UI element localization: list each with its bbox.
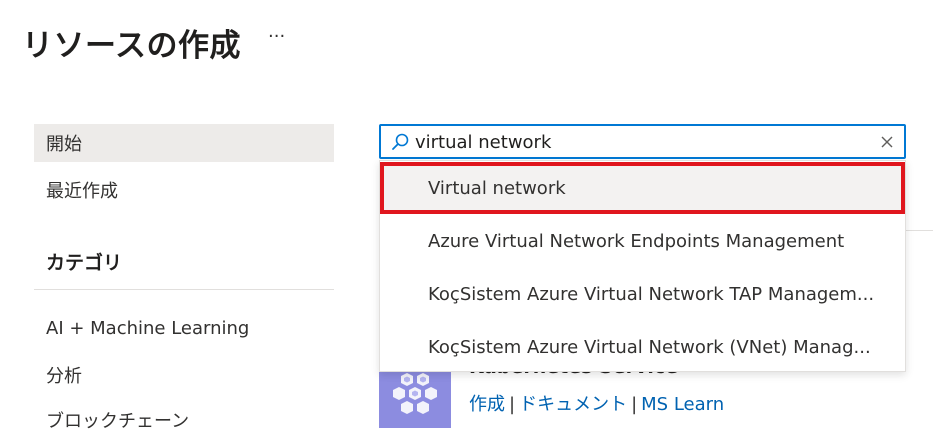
search-suggestions-dropdown: Virtual network Azure Virtual Network En… [379,160,906,372]
search-icon [390,132,410,152]
suggestion-azure-vnet-endpoints-management[interactable]: Azure Virtual Network Endpoints Manageme… [380,215,905,267]
sidebar-item-recently-created[interactable]: 最近作成 [34,171,334,209]
category-heading: カテゴリ [46,252,123,274]
marketplace-search-box[interactable] [379,124,906,159]
suggestion-kocsistem-vnet-managed[interactable]: KoçSistem Azure Virtual Network (VNet) M… [380,321,905,373]
create-link[interactable]: 作成 [469,394,505,415]
sidebar-item-label: AI + Machine Learning [46,317,250,339]
suggestion-label: Virtual network [428,177,566,199]
sidebar-item-label: 最近作成 [46,181,118,202]
suggestion-kocsistem-vnet-tap[interactable]: KoçSistem Azure Virtual Network TAP Mana… [380,268,905,320]
kubernetes-service-icon [379,368,451,428]
link-separator: | [631,394,638,415]
sidebar-item-get-started[interactable]: 開始 [34,124,334,162]
sidebar-item-analytics[interactable]: 分析 [34,356,334,394]
category-divider [34,289,334,290]
suggestion-label: KoçSistem Azure Virtual Network TAP Mana… [428,283,875,305]
card-divider [906,230,933,231]
sidebar-item-ai-machine-learning[interactable]: AI + Machine Learning [34,309,334,347]
suggestion-label: Azure Virtual Network Endpoints Manageme… [428,230,845,252]
suggestion-virtual-network[interactable]: Virtual network [380,162,905,214]
create-resource-page: リソースの作成 ··· 開始 最近作成 カテゴリ AI + Machine Le… [0,0,933,442]
ms-learn-link[interactable]: MS Learn [641,394,724,415]
sidebar-item-blockchain[interactable]: ブロックチェーン [34,401,334,439]
documentation-link[interactable]: ドキュメント [519,394,627,415]
sidebar-item-label: 分析 [46,366,82,387]
sidebar-item-label: ブロックチェーン [46,411,190,432]
search-input[interactable] [415,129,865,155]
close-icon[interactable] [879,134,895,150]
sidebar-item-label: 開始 [46,134,82,155]
service-links: 作成 | ドキュメント | MS Learn [469,390,724,416]
suggestion-label: KoçSistem Azure Virtual Network (VNet) M… [428,336,871,358]
more-options-button[interactable]: ··· [268,26,285,47]
link-separator: | [509,394,516,415]
page-title: リソースの作成 [22,28,241,64]
